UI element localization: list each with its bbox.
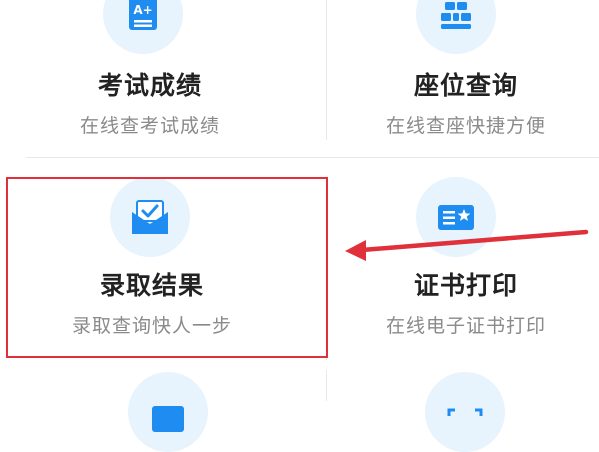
next-tile-icon-badge-right[interactable] (425, 372, 505, 452)
seat-query-icon (441, 2, 471, 29)
tile-subtitle: 在线查座快捷方便 (385, 115, 546, 137)
tile-title: 考试成绩 (97, 71, 202, 100)
exam-score-icon-badge: A+ (103, 0, 183, 54)
tile-title: 证书打印 (413, 271, 518, 300)
certificate-icon-badge (416, 177, 496, 257)
tile-exam-score[interactable]: A+ 考试成绩 在线查考试成绩 (0, 0, 300, 200)
tile-seat-query[interactable]: 座位查询 在线查座快捷方便 (299, 0, 599, 200)
scan-icon (447, 408, 483, 416)
tile-title: 座位查询 (413, 71, 518, 100)
highlight-box (6, 177, 328, 358)
exam-score-icon: A+ (129, 0, 157, 30)
svg-text:A+: A+ (133, 3, 152, 17)
tile-certificate-print[interactable]: 证书打印 在线电子证书打印 (299, 177, 599, 377)
document-icon (152, 406, 184, 432)
certificate-print-icon (438, 205, 474, 230)
tile-subtitle: 在线电子证书打印 (385, 315, 546, 337)
seat-query-icon-badge (416, 0, 496, 54)
next-tile-icon-badge-left[interactable] (128, 372, 208, 452)
tile-subtitle: 在线查考试成绩 (79, 115, 220, 137)
